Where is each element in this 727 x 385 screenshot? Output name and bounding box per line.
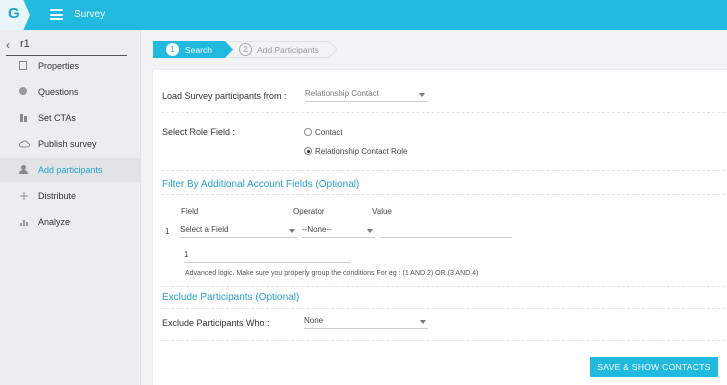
- exclude-participants-value: None: [304, 316, 324, 325]
- column-header-value: Value: [372, 207, 392, 216]
- step-search[interactable]: 1 Search: [153, 41, 233, 58]
- operator-select[interactable]: --None--: [302, 225, 375, 238]
- app-logo[interactable]: G: [0, 0, 30, 30]
- back-chevron-icon[interactable]: ‹: [6, 38, 10, 52]
- sidebar-item-label: Distribute: [38, 191, 77, 201]
- radio-contact-label: Contact: [315, 128, 343, 137]
- bar-chart-icon: [19, 217, 29, 227]
- operator-select-value: --None--: [302, 225, 332, 234]
- question-icon: [19, 87, 27, 95]
- sidebar-item-label: Questions: [38, 87, 79, 97]
- field-select-value: Select a Field: [180, 225, 229, 234]
- survey-name: r1: [20, 38, 30, 50]
- step-label: Search: [185, 45, 212, 55]
- divider: [161, 308, 725, 309]
- sidebar-item-questions[interactable]: Questions: [0, 80, 141, 104]
- step-add-participants[interactable]: 2 Add Participants: [229, 41, 339, 58]
- divider: [161, 286, 725, 287]
- radio-relationship-contact-role-label: Relationship Contact Role: [315, 147, 408, 156]
- role-field-label: Select Role Field :: [162, 127, 236, 137]
- top-bar: G Survey: [0, 0, 727, 30]
- radio-relationship-contact-role[interactable]: [304, 147, 312, 155]
- advanced-logic-hint: Advanced logic. Make sure you properly g…: [185, 270, 479, 277]
- filter-section-title: Filter By Additional Account Fields (Opt…: [162, 179, 360, 190]
- chevron-down-icon: [420, 320, 426, 324]
- column-header-field: Field: [181, 207, 199, 216]
- app-title: Survey: [74, 9, 106, 20]
- value-input[interactable]: [381, 225, 512, 238]
- distribute-icon: [19, 191, 29, 201]
- chevron-down-icon: [367, 229, 373, 233]
- sidebar-item-label: Properties: [38, 61, 80, 71]
- logo-area: G: [0, 0, 36, 30]
- exclude-participants-label: Exclude Participants Who :: [162, 318, 270, 328]
- sidebar-item-label: Publish survey: [38, 139, 97, 149]
- sidebar-item-analyze[interactable]: Analyze: [0, 210, 141, 234]
- advanced-logic-value: 1: [184, 250, 189, 259]
- logo-letter: G: [8, 5, 20, 22]
- sidebar-item-label: Analyze: [38, 217, 71, 227]
- cloud-icon: [19, 139, 30, 149]
- step-label: Add Participants: [257, 45, 319, 55]
- sidebar-item-label: Add participants: [38, 165, 103, 175]
- chevron-down-icon: [419, 93, 425, 97]
- exclude-section-title: Exclude Participants (Optional): [162, 292, 300, 303]
- sidebar: ‹ r1 Properties Questions Set CTAs Publi…: [0, 30, 141, 385]
- step-number: 2: [239, 43, 252, 56]
- sidebar-item-add-participants[interactable]: Add participants: [0, 158, 141, 182]
- load-from-select[interactable]: Relationship Contact: [305, 89, 427, 102]
- sidebar-item-set-ctas[interactable]: Set CTAs: [0, 106, 141, 130]
- filter-row-number: 1: [165, 227, 170, 236]
- cta-icon: [19, 113, 29, 123]
- step-number: 1: [166, 43, 179, 56]
- exclude-participants-select[interactable]: None: [304, 316, 428, 329]
- search-form-card: Load Survey participants from : Relation…: [153, 70, 727, 385]
- divider: [161, 112, 725, 113]
- sidebar-item-distribute[interactable]: Distribute: [0, 184, 141, 208]
- chevron-down-icon: [289, 229, 295, 233]
- load-from-label: Load Survey participants from :: [162, 91, 287, 101]
- document-icon: [19, 61, 27, 70]
- divider: [161, 194, 725, 195]
- sidebar-item-publish-survey[interactable]: Publish survey: [0, 132, 141, 156]
- sidebar-item-properties[interactable]: Properties: [0, 54, 141, 78]
- load-from-value: Relationship Contact: [305, 89, 379, 98]
- advanced-logic-input[interactable]: 1: [184, 250, 351, 263]
- field-select[interactable]: Select a Field: [180, 225, 297, 238]
- column-header-operator: Operator: [293, 207, 325, 216]
- radio-contact[interactable]: [304, 128, 312, 136]
- divider: [161, 170, 725, 171]
- user-icon: [19, 165, 29, 175]
- hamburger-menu-icon[interactable]: [50, 9, 63, 20]
- save-and-show-contacts-button[interactable]: SAVE & SHOW CONTACTS: [590, 357, 718, 377]
- divider: [161, 340, 725, 341]
- sidebar-item-label: Set CTAs: [38, 113, 76, 123]
